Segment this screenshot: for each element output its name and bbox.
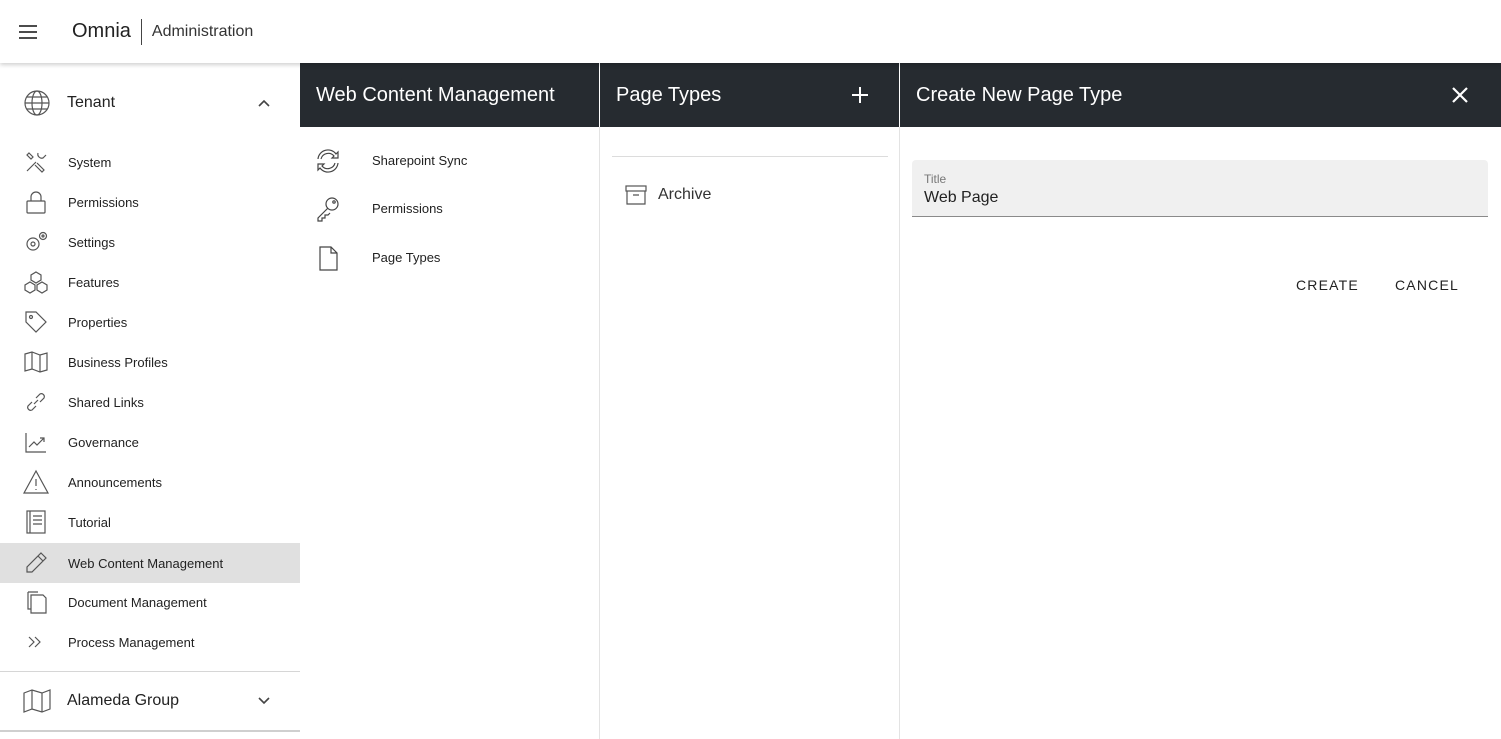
cancel-button[interactable]: CANCEL <box>1395 277 1459 297</box>
sidebar-group-label: Tenant <box>67 94 116 111</box>
sidebar-bottom-divider <box>0 730 300 732</box>
title-field-value[interactable]: Web Page <box>924 189 998 207</box>
pencil-icon <box>26 552 47 573</box>
sidebar-item-label: Process Management <box>68 634 195 650</box>
wcm-item-sharepoint-sync[interactable]: Sharepoint Sync <box>300 136 599 185</box>
sidebar-group-alameda[interactable]: Alameda Group <box>0 671 300 731</box>
page-types-panel-title: Page Types <box>616 83 722 106</box>
sidebar-item-label: Announcements <box>68 474 162 490</box>
wcm-item-label: Sharepoint Sync <box>372 153 468 168</box>
app-section-title: Administration <box>151 22 254 40</box>
create-panel-title: Create New Page Type <box>916 83 1123 106</box>
wcm-item-label: Page Types <box>372 250 441 265</box>
page-types-panel-header: Page Types <box>600 63 899 127</box>
book-icon <box>26 510 46 534</box>
page-type-item-archive[interactable]: Archive <box>600 177 899 213</box>
copy-icon <box>27 591 47 614</box>
sidebar-group-tenant[interactable]: Tenant <box>0 73 300 133</box>
sidebar-item-properties[interactable]: Properties <box>0 302 300 342</box>
sidebar-group-label: Alameda Group <box>67 692 180 709</box>
sidebar-item-label: Business Profiles <box>68 354 168 370</box>
gears-icon <box>26 231 48 251</box>
chevron-up-icon[interactable] <box>255 94 273 112</box>
sidebar-item-label: Web Content Management <box>68 555 224 571</box>
create-button[interactable]: CREATE <box>1296 277 1359 297</box>
create-panel-header: Create New Page Type <box>900 63 1501 127</box>
sidebar-item-label: Properties <box>68 314 128 330</box>
close-icon[interactable] <box>1448 83 1472 107</box>
chart-line-icon <box>25 433 46 453</box>
tools-icon <box>26 152 47 173</box>
sidebar-item-features[interactable]: Features <box>0 262 300 302</box>
sidebar-item-process-management[interactable]: Process Management <box>0 622 300 662</box>
wcm-panel-title: Web Content Management <box>316 83 555 106</box>
sidebar-item-label: Permissions <box>68 194 139 210</box>
top-bar: Omnia Administration <box>0 0 1501 63</box>
sidebar-item-label: Features <box>68 274 120 290</box>
sidebar-item-system[interactable]: System <box>0 142 300 182</box>
create-panel: Title Web Page CREATE CANCEL <box>900 127 1501 739</box>
sidebar-item-label: Shared Links <box>68 394 144 410</box>
sidebar-item-tutorial[interactable]: Tutorial <box>0 502 300 542</box>
sidebar-item-document-management[interactable]: Document Management <box>0 582 300 622</box>
title-field-label: Title <box>924 172 947 186</box>
link-icon <box>27 393 45 411</box>
cubes-icon <box>24 271 48 294</box>
wcm-panel-header: Web Content Management <box>300 63 599 127</box>
sidebar-item-settings[interactable]: Settings <box>0 222 300 262</box>
map-icon <box>24 351 48 373</box>
sidebar-item-label: Document Management <box>68 594 207 610</box>
sidebar-item-permissions[interactable]: Permissions <box>0 182 300 222</box>
page-type-label: Archive <box>658 186 712 203</box>
chevron-down-icon[interactable] <box>255 692 273 710</box>
title-field[interactable]: Title Web Page <box>912 160 1488 217</box>
sidebar: Tenant System Permissions Settings Featu… <box>0 63 300 739</box>
sidebar-item-shared-links[interactable]: Shared Links <box>0 382 300 422</box>
key-icon <box>317 196 339 222</box>
double-chevron-icon <box>28 636 41 648</box>
page-types-panel: Archive <box>600 127 900 739</box>
archive-icon <box>625 185 647 205</box>
sidebar-item-label: Settings <box>68 234 115 250</box>
wcm-item-label: Permissions <box>372 201 443 216</box>
sidebar-item-label: System <box>68 154 112 170</box>
wcm-panel: Sharepoint Sync Permissions Page Types <box>300 127 600 739</box>
sidebar-item-governance[interactable]: Governance <box>0 422 300 462</box>
warning-icon <box>23 469 49 494</box>
wcm-item-page-types[interactable]: Page Types <box>300 233 599 282</box>
sidebar-item-announcements[interactable]: Announcements <box>0 462 300 502</box>
wcm-item-permissions[interactable]: Permissions <box>300 184 599 233</box>
app-name[interactable]: Omnia <box>72 20 131 43</box>
tag-icon <box>25 311 47 333</box>
lock-icon <box>26 191 46 214</box>
sidebar-item-business-profiles[interactable]: Business Profiles <box>0 342 300 382</box>
sync-icon <box>317 148 339 173</box>
plus-icon[interactable] <box>848 83 872 107</box>
sidebar-item-label: Governance <box>68 434 139 450</box>
globe-icon <box>24 90 50 116</box>
sidebar-item-web-content-management[interactable]: Web Content Management <box>0 543 300 583</box>
menu-icon[interactable] <box>0 0 56 63</box>
file-icon <box>319 245 338 271</box>
sidebar-item-label: Tutorial <box>68 514 111 530</box>
map-icon <box>23 689 51 713</box>
title-divider <box>140 18 142 45</box>
page-types-divider <box>612 156 888 157</box>
